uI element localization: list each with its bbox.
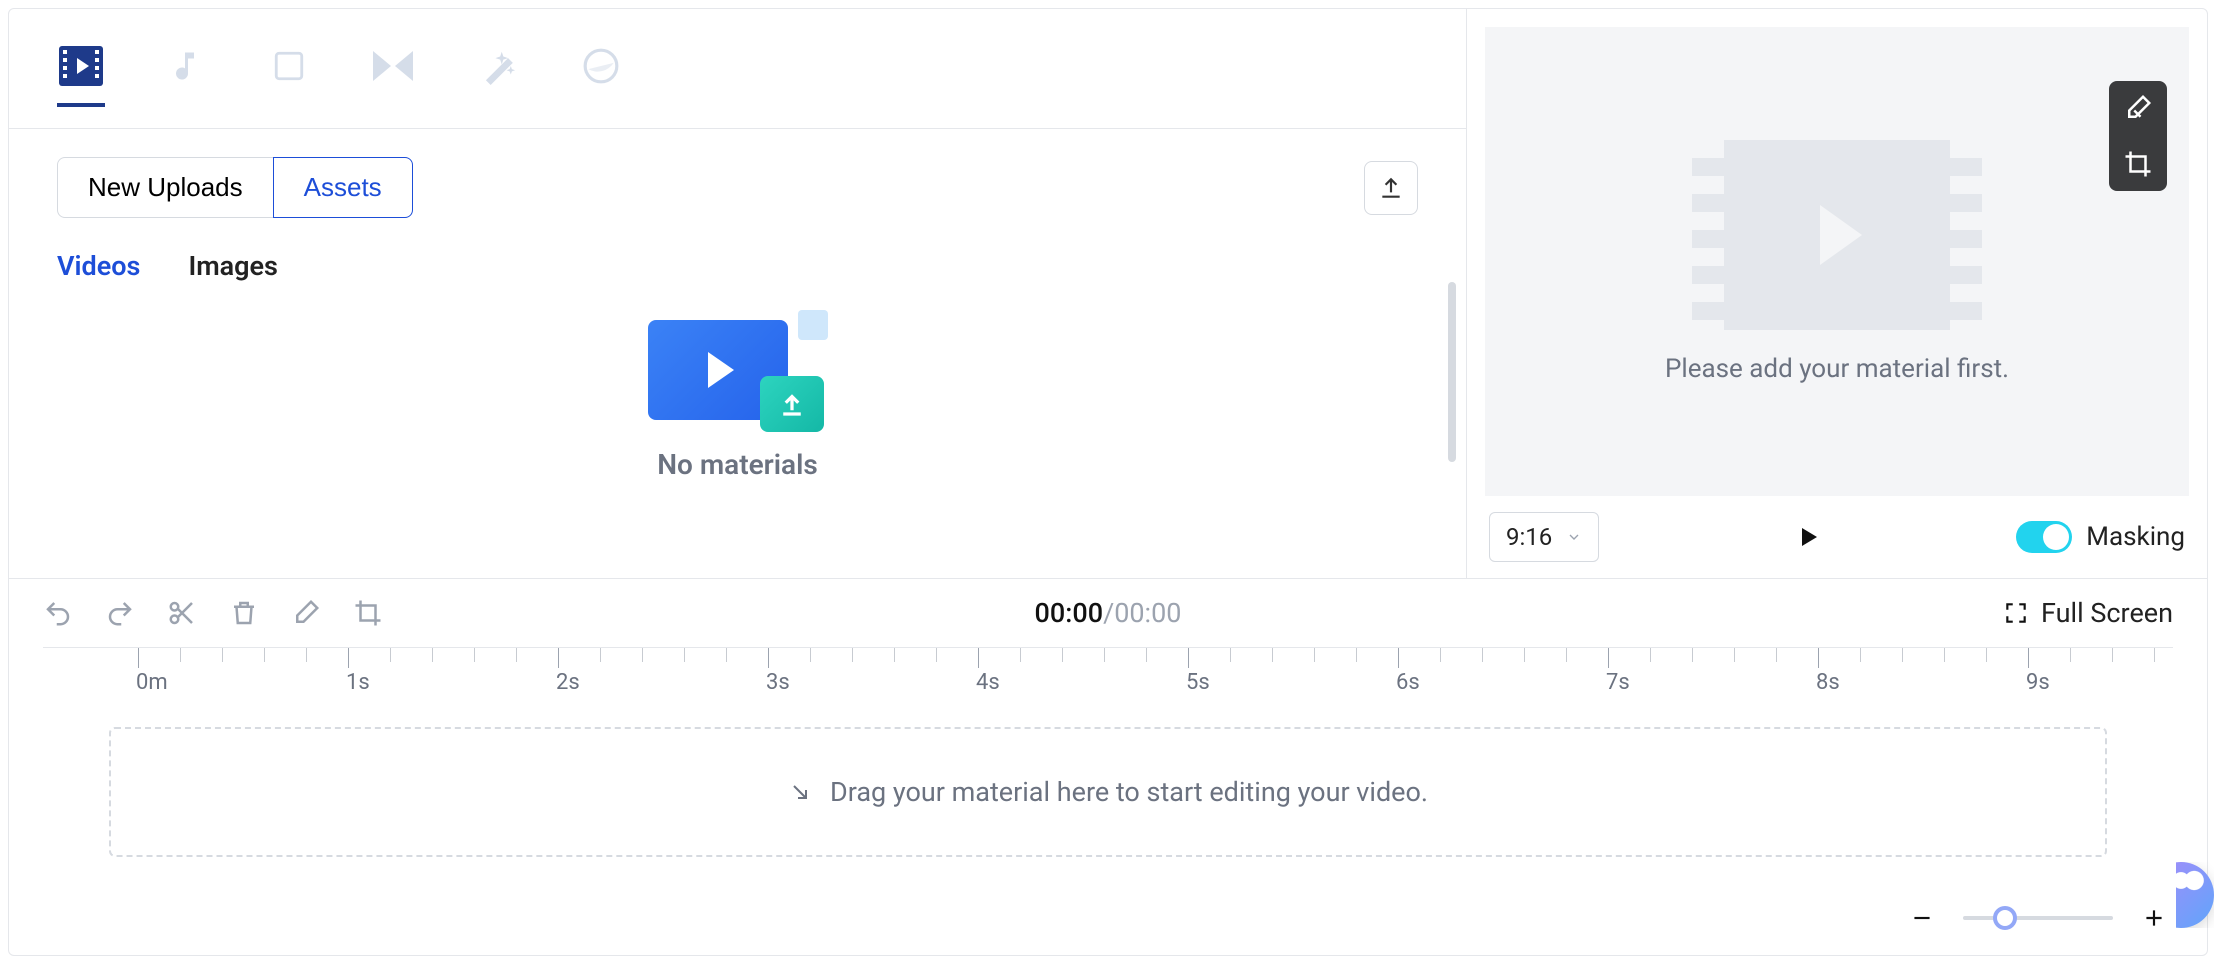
scissors-icon — [167, 598, 197, 628]
masking-toggle-wrap: Masking — [2016, 521, 2185, 553]
tick-label: 4s — [976, 670, 1000, 695]
scrollbar[interactable] — [1448, 282, 1456, 462]
tick-label: 5s — [1186, 670, 1210, 695]
masking-toggle[interactable] — [2016, 521, 2072, 553]
film-icon — [59, 46, 103, 86]
crop-icon — [2123, 149, 2153, 179]
dropzone-hint: Drag your material here to start editing… — [830, 776, 1428, 808]
plus-icon — [2141, 905, 2167, 931]
undo-icon — [43, 598, 73, 628]
sticker-icon — [582, 47, 620, 85]
transition-icon — [373, 51, 413, 81]
tick-label: 0m — [136, 670, 168, 695]
cut-button[interactable] — [167, 598, 197, 628]
tab-text[interactable] — [265, 59, 313, 107]
tick-label: 1s — [346, 670, 370, 695]
timeline-time-display: 00:00/00:00 — [1035, 597, 1182, 629]
redo-button[interactable] — [105, 598, 135, 628]
eraser-button[interactable] — [2123, 93, 2153, 123]
preview-tool-stack — [2109, 81, 2167, 191]
masking-label: Masking — [2086, 522, 2185, 552]
undo-button[interactable] — [43, 598, 73, 628]
tick-label: 3s — [766, 670, 790, 695]
play-button[interactable] — [1796, 525, 1820, 549]
timeline-ruler[interactable]: 0m1s2s3s4s5s6s7s8s9s10 — [43, 647, 2173, 707]
tick-label: 7s — [1606, 670, 1630, 695]
tick-label: 8s — [1816, 670, 1840, 695]
zoom-controls — [1909, 905, 2167, 931]
minus-icon — [1909, 905, 1935, 931]
tab-video[interactable] — [57, 59, 105, 107]
crop-timeline-button[interactable] — [353, 598, 383, 628]
top-row: New Uploads Assets Videos Images — [9, 9, 2207, 579]
preview-hint-text: Please add your material first. — [1665, 354, 2009, 384]
video-editor: New Uploads Assets Videos Images — [8, 8, 2208, 956]
time-total: 00:00 — [1114, 597, 1181, 629]
preview-canvas: Please add your material first. — [1485, 27, 2189, 496]
sparkle-icon — [478, 47, 516, 85]
seg-assets[interactable]: Assets — [273, 157, 413, 218]
preview-panel: Please add your material first. 9:16 — [1467, 9, 2207, 578]
fullscreen-icon — [2003, 600, 2029, 626]
asset-tab-images[interactable]: Images — [188, 250, 278, 282]
tab-effect[interactable] — [473, 59, 521, 107]
tab-audio[interactable] — [161, 59, 209, 107]
upload-icon — [1378, 175, 1404, 201]
assets-empty-state: No materials — [9, 282, 1466, 578]
redo-icon — [105, 598, 135, 628]
crop-icon — [353, 598, 383, 628]
tab-sticker[interactable] — [577, 59, 625, 107]
arrow-down-right-icon — [788, 780, 812, 804]
chevron-down-icon — [1566, 529, 1582, 545]
seg-new-uploads[interactable]: New Uploads — [57, 157, 274, 218]
tick-label: 9s — [2026, 670, 2050, 695]
aspect-ratio-value: 9:16 — [1506, 523, 1552, 551]
eraser-icon — [2123, 93, 2153, 123]
eraser-timeline-button[interactable] — [291, 598, 321, 628]
zoom-out-button[interactable] — [1909, 905, 1935, 931]
tick-label: 6s — [1396, 670, 1420, 695]
time-current: 00:00 — [1035, 597, 1104, 629]
preview-placeholder-icon — [1692, 140, 1982, 330]
fullscreen-button[interactable]: Full Screen — [2003, 597, 2173, 629]
zoom-in-button[interactable] — [2141, 905, 2167, 931]
asset-type-tabs: Videos Images — [9, 218, 1466, 282]
timeline-dropzone[interactable]: Drag your material here to start editing… — [109, 727, 2107, 857]
upload-arrow-icon — [777, 389, 807, 419]
upload-source-segment: New Uploads Assets — [57, 157, 413, 218]
text-icon — [272, 49, 306, 83]
no-materials-text: No materials — [657, 448, 818, 481]
asset-tab-videos[interactable]: Videos — [57, 250, 140, 282]
assets-panel: New Uploads Assets Videos Images — [9, 9, 1467, 578]
eraser-icon — [291, 598, 321, 628]
zoom-slider[interactable] — [1963, 916, 2113, 920]
aspect-ratio-select[interactable]: 9:16 — [1489, 512, 1599, 562]
play-icon — [1796, 525, 1820, 549]
tick-label: 2s — [556, 670, 580, 695]
trash-icon — [229, 598, 259, 628]
empty-illustration — [648, 310, 828, 430]
upload-button[interactable] — [1364, 161, 1418, 215]
crop-button[interactable] — [2123, 149, 2153, 179]
timeline-panel: 00:00/00:00 Full Screen 0m 1s 2s 3s 4s 5s 6s 7s… — [9, 579, 2207, 955]
timeline-toolbar: 00:00/00:00 Full Screen — [9, 579, 2207, 647]
tab-transition[interactable] — [369, 59, 417, 107]
delete-button[interactable] — [229, 598, 259, 628]
fullscreen-label: Full Screen — [2041, 597, 2173, 629]
preview-footer: 9:16 Masking — [1467, 496, 2207, 578]
media-category-tabs — [9, 9, 1466, 129]
music-note-icon — [167, 48, 203, 84]
upload-source-row: New Uploads Assets — [9, 129, 1466, 218]
